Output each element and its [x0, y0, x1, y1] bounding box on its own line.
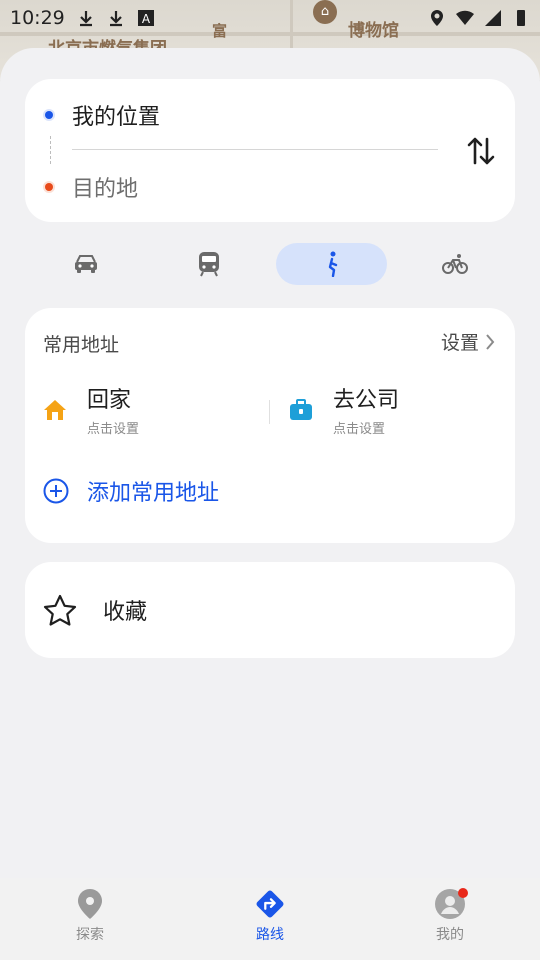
nav-mine-tab[interactable]: 我的	[360, 878, 540, 960]
briefcase-icon	[290, 398, 312, 420]
wifi-icon	[456, 10, 474, 25]
bottom-navigation: 探索 路线 我的	[0, 878, 540, 960]
nav-mine-label: 我的	[436, 927, 464, 943]
nav-route-label: 路线	[256, 927, 284, 943]
work-label: 去公司	[333, 388, 400, 413]
mode-transit-tab[interactable]	[153, 243, 264, 285]
svg-text:A: A	[142, 12, 151, 26]
add-common-address-label: 添加常用地址	[87, 481, 220, 506]
walk-icon	[328, 251, 337, 277]
notification-badge	[458, 888, 468, 898]
status-time: 10:29	[10, 7, 65, 29]
work-address-item[interactable]: 去公司 点击设置	[289, 382, 399, 437]
signal-icon	[485, 10, 501, 26]
location-pin-icon	[78, 889, 102, 919]
mode-car-tab[interactable]	[30, 243, 141, 285]
settings-label: 设置	[440, 332, 479, 354]
route-card: 我的位置 目的地	[25, 79, 515, 222]
route-divider	[72, 149, 438, 150]
destination-row[interactable]: 目的地	[45, 171, 138, 203]
home-address-item[interactable]: 回家 点击设置	[43, 382, 139, 437]
home-sub-label: 点击设置	[87, 422, 140, 437]
chevron-right-icon	[486, 333, 495, 350]
destination-input[interactable]: 目的地	[72, 171, 138, 203]
download-icon	[79, 11, 92, 27]
bottom-sheet: 我的位置 目的地 常用地址 设置 回家 点击设置 去公司 点击设置 添加常用地址…	[0, 48, 540, 960]
mode-bike-tab[interactable]	[399, 243, 510, 285]
origin-label: 我的位置	[72, 105, 161, 130]
location-icon	[431, 10, 443, 26]
origin-dot-icon	[45, 111, 53, 119]
nav-explore-tab[interactable]: 探索	[0, 878, 180, 960]
car-icon	[74, 255, 97, 273]
origin-row[interactable]: 我的位置	[45, 99, 160, 131]
route-directions-icon	[256, 890, 284, 918]
bike-icon	[441, 254, 468, 274]
favorites-card[interactable]: 收藏	[25, 562, 515, 658]
download-icon	[109, 11, 122, 27]
common-addresses-card: 常用地址 设置 回家 点击设置 去公司 点击设置 添加常用地址	[25, 308, 515, 543]
nav-route-tab[interactable]: 路线	[180, 878, 360, 960]
swap-vertical-icon[interactable]	[465, 131, 499, 171]
font-icon: A	[137, 10, 154, 26]
destination-dot-icon	[45, 183, 53, 191]
home-icon	[44, 399, 66, 420]
bus-icon	[198, 252, 219, 277]
nav-explore-label: 探索	[76, 927, 104, 943]
star-icon	[43, 594, 77, 626]
common-addresses-title: 常用地址	[43, 334, 120, 356]
favorites-label: 收藏	[103, 600, 148, 625]
transport-mode-tabs	[25, 243, 515, 287]
mode-walk-tab[interactable]	[276, 243, 387, 285]
battery-icon	[517, 10, 525, 26]
address-divider	[269, 400, 270, 424]
work-sub-label: 点击设置	[333, 422, 386, 437]
add-common-address-button[interactable]: 添加常用地址	[43, 475, 219, 507]
add-circle-icon	[43, 478, 69, 504]
route-connector	[50, 136, 51, 164]
common-settings-button[interactable]: 设置	[441, 328, 495, 355]
home-label: 回家	[87, 388, 132, 413]
status-bar: 10:29 A	[0, 0, 540, 36]
